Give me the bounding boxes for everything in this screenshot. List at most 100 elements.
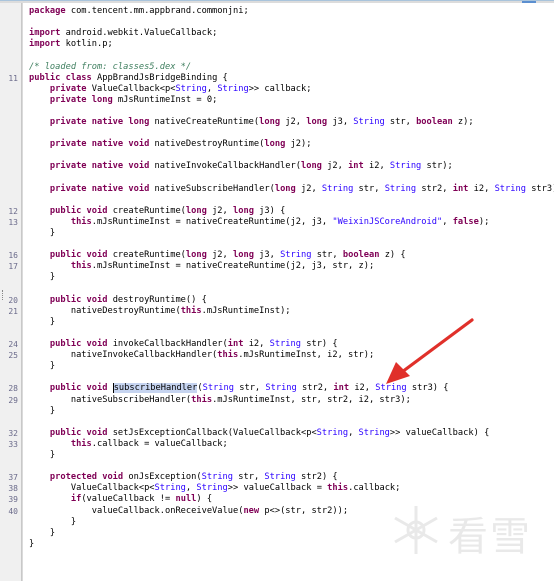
- line-number: 38: [8, 484, 18, 494]
- code-token: int: [452, 183, 474, 194]
- code-token: .mJsRuntimeInst = nativeCreateRuntime(j2…: [91, 216, 333, 227]
- code-line: }: [22, 317, 554, 328]
- code-token: AppBrandJsBridgeBinding {: [97, 72, 228, 83]
- code-text: nativeSubscribeHandler(this.mJsRuntimeIn…: [29, 395, 411, 406]
- code-token: i2,: [368, 161, 390, 172]
- code-token: i2,: [473, 183, 495, 194]
- code-line: 25 nativeInvokeCallbackHandler(this.mJsR…: [8, 350, 554, 361]
- code-token: j3,: [259, 250, 281, 261]
- line-number: 20: [8, 295, 18, 305]
- code-token: package: [29, 6, 71, 16]
- code-token: ValueCallback<p<: [29, 483, 155, 494]
- code-line: package com.tencent.mm.appbrand.commonjn…: [22, 6, 554, 17]
- code-token: str2) {: [301, 472, 338, 483]
- code-token: long: [259, 117, 286, 127]
- code-text: nativeInvokeCallbackHandler(this.mJsRunt…: [29, 350, 374, 361]
- code-token: destroyRuntime() {: [112, 294, 207, 305]
- code-token: String: [316, 427, 349, 438]
- code-token: this: [327, 483, 349, 494]
- code-line: }: [22, 528, 554, 539]
- code-token: .mJsRuntimeInst, i2, str);: [238, 350, 375, 361]
- code-token: this: [70, 261, 92, 272]
- code-token: String: [375, 383, 412, 394]
- code-token: setJsExceptionCallback(ValueCallback<p<: [112, 427, 317, 438]
- code-token: private native void: [49, 139, 155, 150]
- code-token: String: [358, 427, 390, 438]
- code-token: (valueCallback !=: [81, 494, 176, 505]
- code-line: 13 this.mJsRuntimeInst = nativeCreateRun…: [8, 216, 554, 228]
- line-number: 39: [8, 495, 18, 505]
- line-number: 37: [8, 473, 18, 483]
- code-token: }: [29, 538, 35, 549]
- code-token: boolean: [416, 117, 458, 127]
- code-editor[interactable]: package com.tencent.mm.appbrand.commonjn…: [8, 3, 554, 581]
- code-text: }: [29, 272, 55, 283]
- code-token: String: [384, 183, 422, 194]
- code-line: }: [22, 406, 554, 417]
- code-token: public void: [49, 294, 113, 305]
- code-token: );: [478, 216, 490, 227]
- code-line: /* loaded from: classes5.dex */: [22, 62, 554, 73]
- code-token: ,: [348, 427, 359, 438]
- code-token: String: [494, 183, 532, 194]
- code-text: public void subscribeHandler(String str,…: [29, 383, 449, 394]
- code-token: "WeixinJSCoreAndroid": [332, 216, 443, 227]
- code-text: private native void nativeInvokeCallback…: [29, 161, 453, 172]
- code-token: str,: [316, 250, 343, 261]
- code-token: createRuntime(: [112, 205, 186, 216]
- code-text: }: [29, 317, 55, 328]
- code-text: public void setJsExceptionCallback(Value…: [29, 428, 489, 439]
- code-token: str,: [238, 472, 265, 483]
- code-line: 37 protected void onJsException(String s…: [8, 472, 554, 483]
- code-token: boolean: [342, 250, 385, 261]
- code-token: .callback = valueCallback;: [91, 438, 228, 449]
- line-number: 12: [8, 206, 18, 216]
- line-number: 24: [8, 340, 18, 349]
- code-token: android.webkit.ValueCallback;: [65, 28, 218, 39]
- code-token: p<>(str, str2));: [264, 505, 349, 516]
- code-token: i2,: [354, 383, 376, 394]
- code-line: 38 ValueCallback<p<String, String>> valu…: [8, 483, 554, 494]
- code-token: }: [29, 228, 56, 238]
- code-token: public void: [49, 205, 113, 216]
- code-token: mJsRuntimeInst = 0;: [117, 94, 218, 105]
- code-token: }: [29, 316, 56, 327]
- line-number: 33: [8, 439, 18, 449]
- code-token: j2,: [301, 183, 322, 194]
- code-text: valueCallback.onReceiveValue(new p<>(str…: [29, 506, 348, 517]
- code-token: String: [217, 83, 249, 94]
- code-token: .mJsRuntimeInst = nativeCreateRuntime(j2…: [91, 261, 375, 272]
- code-text: import kotlin.p;: [29, 39, 113, 50]
- code-line: 32 public void setJsExceptionCallback(Va…: [8, 428, 554, 439]
- code-token: valueCallback.onReceiveValue(: [29, 505, 244, 516]
- code-token: long: [306, 117, 333, 127]
- code-token: str);: [426, 161, 453, 172]
- code-token: public void: [49, 383, 113, 394]
- code-line: private native long nativeCreateRuntime(…: [22, 117, 554, 128]
- code-token: ,: [442, 216, 453, 227]
- code-line: private native void nativeInvokeCallback…: [22, 161, 554, 172]
- code-text: public void createRuntime(long j2, long …: [29, 206, 285, 217]
- code-token: String: [269, 339, 307, 349]
- code-token: null: [175, 494, 197, 505]
- code-token: }: [29, 516, 77, 527]
- code-token: int: [227, 339, 249, 349]
- code-token: str2,: [421, 183, 453, 194]
- code-token: this: [217, 350, 239, 361]
- code-line: 20 public void destroyRuntime() {: [8, 294, 554, 306]
- line-number: 21: [8, 306, 18, 316]
- code-token: nativeInvokeCallbackHandler(: [154, 161, 301, 172]
- code-token: long: [233, 250, 260, 261]
- line-number: 32: [8, 428, 18, 438]
